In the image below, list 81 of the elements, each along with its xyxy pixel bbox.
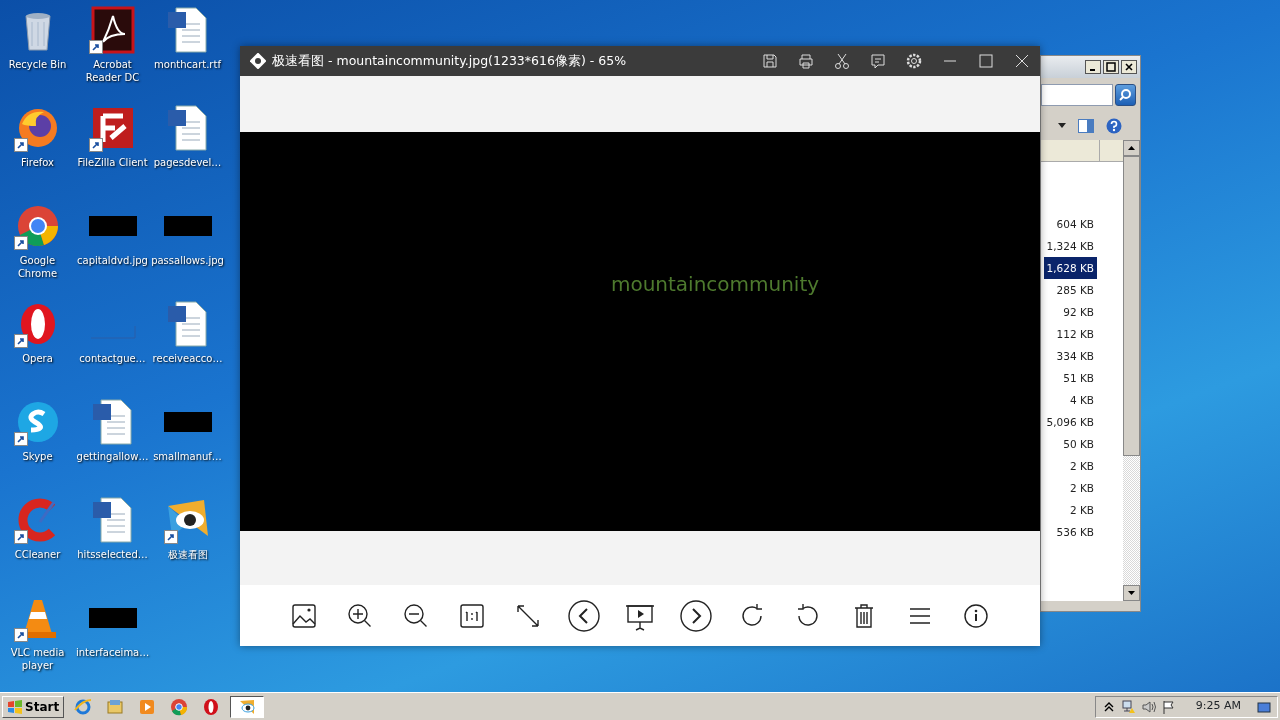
desktop-icon-label[interactable]: 极速看图	[167, 548, 208, 561]
settings-icon	[905, 52, 923, 70]
eye-taskbar-button[interactable]	[230, 695, 265, 718]
browser-e-icon	[74, 697, 93, 716]
desktop-icon-label[interactable]: hitsselected…	[77, 548, 148, 561]
print-icon	[797, 52, 815, 70]
file-size[interactable]: 334 KB	[1053, 345, 1097, 367]
file-size[interactable]: 1,324 KB	[1043, 235, 1097, 257]
speaker-icon[interactable]	[1141, 699, 1156, 714]
image-text: mountaincommunity	[610, 270, 820, 298]
dropdown-caret-icon[interactable]	[1058, 123, 1066, 129]
file-size[interactable]: 112 KB	[1053, 323, 1097, 345]
windows-flag-icon	[7, 699, 23, 714]
file-size[interactable]: 1,628 KB	[1043, 257, 1097, 279]
next-button[interactable]	[680, 597, 712, 634]
file-size[interactable]: 604 KB	[1053, 213, 1097, 235]
save-icon	[761, 52, 779, 70]
search-button[interactable]	[1114, 84, 1136, 106]
desktop-icon-label[interactable]: receiveacco…	[152, 352, 223, 365]
ring-icon	[202, 697, 221, 716]
maximize-icon	[1106, 62, 1116, 72]
file-size[interactable]: 51 KB	[1060, 367, 1097, 389]
previous-icon	[568, 597, 600, 634]
flag-icon[interactable]	[1161, 699, 1176, 714]
desktop-icon-label[interactable]: contactgue…	[79, 352, 146, 365]
file-size[interactable]: 4 KB	[1066, 389, 1097, 411]
media-play-icon	[138, 697, 157, 716]
browser-circle-icon	[170, 697, 189, 716]
desktop-icon-label[interactable]: VLC media player	[1, 646, 74, 672]
desktop-icon-label[interactable]: capitaldvd.jpg	[77, 254, 148, 267]
scrollbar-thumb[interactable]	[1123, 156, 1140, 456]
file-size[interactable]: 5,096 KB	[1043, 411, 1097, 433]
minimize-icon	[1089, 69, 1096, 71]
previous-button[interactable]	[568, 597, 600, 634]
close-button[interactable]	[1121, 60, 1137, 74]
desktop-icon-label[interactable]: CCleaner	[14, 548, 61, 561]
file-size[interactable]: 536 KB	[1053, 521, 1097, 543]
minimize-button[interactable]	[1085, 60, 1101, 74]
desktop-icon-label[interactable]: smallmanuf…	[153, 450, 222, 463]
help-icon[interactable]	[1106, 118, 1122, 134]
desktop-icon-label[interactable]: Skype	[22, 450, 53, 463]
file-size[interactable]: 2 KB	[1066, 455, 1097, 477]
start-button[interactable]: Start	[2, 695, 65, 718]
next-icon	[680, 597, 712, 634]
desktop-icon-label[interactable]: pagesdevel…	[153, 156, 222, 169]
clock[interactable]: 9:25 AM	[1195, 698, 1241, 715]
down-arrow-icon	[1128, 591, 1135, 595]
window-title: 极速看图 - mountaincommunity.jpg(1233*616像素) - 65%	[272, 51, 628, 70]
scroll-up-button[interactable]	[1123, 140, 1140, 156]
network-icon[interactable]	[1121, 699, 1136, 714]
file-size[interactable]: 50 KB	[1060, 433, 1097, 455]
scroll-down-button[interactable]	[1123, 585, 1140, 601]
minimize-icon	[943, 60, 957, 62]
file-size[interactable]: 2 KB	[1066, 499, 1097, 521]
desktop-icon-label[interactable]: FileZilla Client	[77, 156, 148, 169]
app-icon	[250, 53, 266, 69]
file-size[interactable]: 285 KB	[1053, 279, 1097, 301]
comment-icon	[869, 52, 887, 70]
file-size[interactable]: 92 KB	[1060, 301, 1097, 323]
preview-pane-icon[interactable]	[1078, 119, 1094, 133]
show-desktop-icon[interactable]	[1257, 699, 1271, 714]
desktop-icon-label[interactable]: passallows.jpg	[151, 254, 224, 267]
desktop-icon-label[interactable]: interfaceima…	[76, 646, 149, 659]
desktop-icon-label[interactable]: Acrobat Reader DC	[76, 58, 149, 84]
maximize-button[interactable]	[1103, 60, 1119, 74]
folder-icon	[106, 697, 125, 716]
desktop-icon-label[interactable]: monthcart.rtf	[154, 58, 221, 71]
file-size[interactable]: 2 KB	[1066, 477, 1097, 499]
search-field[interactable]	[1041, 84, 1113, 106]
desktop-icon-label[interactable]: gettingallow…	[76, 450, 149, 463]
maximize-icon	[977, 52, 995, 70]
search-icon	[1118, 88, 1133, 102]
close-icon	[1124, 62, 1134, 72]
desktop-icon-label[interactable]: Opera	[22, 352, 53, 365]
desktop-icon-label[interactable]: Google Chrome	[1, 254, 74, 280]
eye-icon	[238, 697, 257, 716]
desktop-icon-label[interactable]: Firefox	[20, 156, 55, 169]
close-icon	[1013, 52, 1031, 70]
desktop-icon-label[interactable]: Recycle Bin	[8, 58, 67, 71]
up-arrow-icon	[1128, 146, 1135, 150]
scissors-icon	[833, 52, 851, 70]
